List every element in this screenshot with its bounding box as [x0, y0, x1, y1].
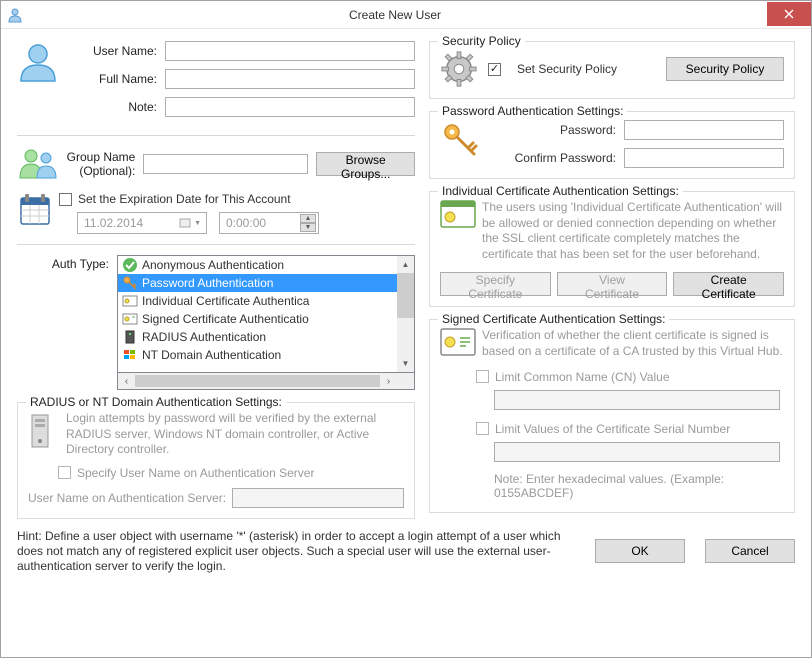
user-icon [17, 41, 59, 83]
security-policy-title: Security Policy [438, 34, 525, 48]
expiration-date-picker[interactable]: 11.02.2014 ▼ [77, 212, 207, 234]
server-tower-icon [28, 411, 58, 458]
group-name-label: Group Name (Optional): [65, 150, 143, 179]
note-label: Note: [65, 100, 165, 114]
confirm-password-field[interactable] [624, 148, 784, 168]
calendar-icon [17, 192, 59, 228]
set-security-policy-checkbox[interactable] [488, 63, 501, 76]
auth-item-radius: RADIUS Authentication [118, 328, 414, 346]
auth-server-username-label: User Name on Authentication Server: [28, 491, 226, 505]
limit-cn-field[interactable] [494, 390, 780, 410]
radius-desc: Login attempts by password will be verif… [66, 411, 404, 458]
individual-cert-desc: The users using 'Individual Certificate … [482, 200, 784, 262]
limit-cn-label: Limit Common Name (CN) Value [495, 370, 670, 384]
cert-card-icon [440, 200, 476, 262]
group-icon [17, 146, 59, 182]
specify-user-checkbox[interactable] [58, 466, 71, 479]
set-expiration-checkbox[interactable] [59, 193, 72, 206]
user-name-label: User Name: [65, 44, 165, 58]
radius-settings-title: RADIUS or NT Domain Authentication Setti… [26, 395, 286, 409]
keys-icon [440, 120, 482, 168]
listbox-hscroll[interactable]: ‹ › [117, 373, 415, 390]
limit-serial-label: Limit Values of the Certificate Serial N… [495, 422, 730, 436]
security-policy-box: Security Policy Set Security Policy Secu… [429, 41, 795, 99]
signed-cert-title: Signed Certificate Authentication Settin… [438, 312, 669, 326]
auth-item-nt-domain: NT Domain Authentication [118, 346, 414, 364]
windows-icon [122, 347, 138, 363]
group-name-field[interactable] [143, 154, 308, 174]
expiration-time-picker[interactable]: 0:00:00 ▲▼ [219, 212, 319, 234]
individual-cert-box: Individual Certificate Authentication Se… [429, 191, 795, 307]
limit-serial-field[interactable] [494, 442, 780, 462]
key-icon [122, 275, 138, 291]
full-name-label: Full Name: [65, 72, 165, 86]
titlebar: Create New User [1, 1, 811, 29]
auth-item-password: Password Authentication [118, 274, 414, 292]
create-certificate-button[interactable]: Create Certificate [673, 272, 784, 296]
cert-signed-icon [122, 311, 138, 327]
limit-cn-checkbox[interactable] [476, 370, 489, 383]
confirm-password-label: Confirm Password: [482, 151, 624, 165]
auth-item-signed-cert: Signed Certificate Authenticatio [118, 310, 414, 328]
radius-settings-box: RADIUS or NT Domain Authentication Setti… [17, 402, 415, 519]
close-button[interactable] [767, 2, 811, 26]
individual-cert-title: Individual Certificate Authentication Se… [438, 184, 683, 198]
full-name-field[interactable] [165, 69, 415, 89]
set-security-policy-label: Set Security Policy [517, 62, 656, 76]
password-auth-title: Password Authentication Settings: [438, 104, 627, 118]
set-expiration-label: Set the Expiration Date for This Account [78, 192, 291, 206]
auth-server-username-field[interactable] [232, 488, 404, 508]
listbox-scrollbar[interactable]: ▲▼ [397, 256, 414, 372]
note-field[interactable] [165, 97, 415, 117]
browse-groups-button[interactable]: Browse Groups... [316, 152, 415, 176]
hint-text: Hint: Define a user object with username… [17, 529, 575, 574]
specify-certificate-button[interactable]: Specify Certificate [440, 272, 551, 296]
cert-icon [122, 293, 138, 309]
check-circle-icon [122, 257, 138, 273]
security-policy-button[interactable]: Security Policy [666, 57, 784, 81]
auth-type-label: Auth Type: [17, 255, 117, 390]
password-field[interactable] [624, 120, 784, 140]
time-spinner[interactable]: ▲▼ [300, 214, 316, 232]
signed-cert-desc: Verification of whether the client certi… [482, 328, 784, 359]
ok-button[interactable]: OK [595, 539, 685, 563]
auth-item-anonymous: Anonymous Authentication [118, 256, 414, 274]
auth-type-listbox[interactable]: Anonymous Authentication Password Authen… [117, 255, 415, 373]
password-label: Password: [482, 123, 624, 137]
gear-icon [440, 50, 478, 88]
window-title: Create New User [23, 8, 767, 22]
server-icon [122, 329, 138, 345]
serial-note: Note: Enter hexadecimal values. (Example… [494, 472, 784, 500]
signed-cert-icon [440, 328, 476, 359]
divider [17, 135, 415, 136]
cancel-button[interactable]: Cancel [705, 539, 795, 563]
divider [17, 244, 415, 245]
view-certificate-button[interactable]: View Certificate [557, 272, 668, 296]
limit-serial-checkbox[interactable] [476, 422, 489, 435]
password-auth-box: Password Authentication Settings: Passwo… [429, 111, 795, 179]
signed-cert-box: Signed Certificate Authentication Settin… [429, 319, 795, 512]
specify-user-label: Specify User Name on Authentication Serv… [77, 466, 314, 480]
calendar-dropdown-icon [179, 218, 191, 228]
auth-item-individual-cert: Individual Certificate Authentica [118, 292, 414, 310]
user-name-field[interactable] [165, 41, 415, 61]
app-icon [7, 7, 23, 23]
